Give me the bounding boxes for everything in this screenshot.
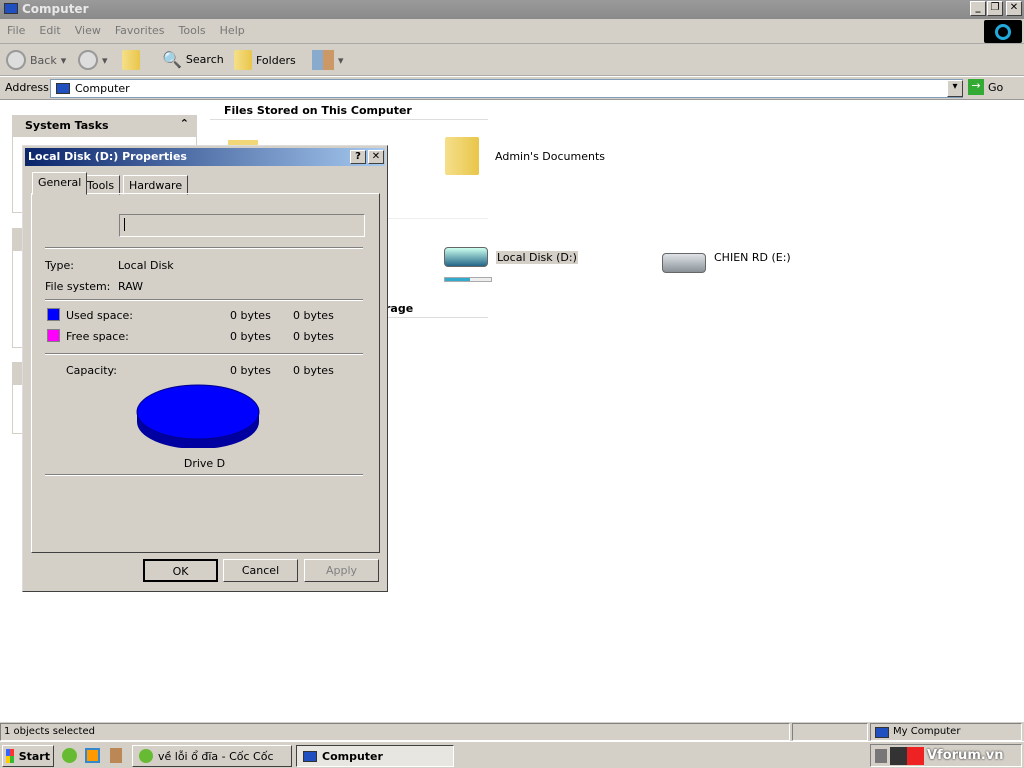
- used-space-swatch: [47, 308, 60, 321]
- window-title-bar[interactable]: Computer _ ❐ ✕: [0, 0, 1024, 19]
- used-space-label: Used space:: [66, 309, 134, 322]
- file-system-value: RAW: [118, 280, 143, 293]
- item-admins-documents[interactable]: Admin's Documents: [445, 137, 605, 175]
- menu-tools[interactable]: Tools: [172, 19, 213, 42]
- search-icon: 🔍: [162, 50, 182, 69]
- go-arrow-icon: →: [968, 79, 984, 95]
- status-bar: 1 objects selected My Computer: [0, 721, 1024, 741]
- brand-watermark: Vforum.vn: [927, 748, 1004, 763]
- collapse-icon[interactable]: ⌃: [180, 117, 189, 130]
- windows-flag-icon: [6, 749, 14, 763]
- taskbar: Start về lỗi ổ đĩa - Cốc Cốc Computer Vf…: [0, 741, 1024, 768]
- disk-usage-pie-chart: [136, 384, 260, 448]
- free-space-bytes: 0 bytes: [230, 330, 271, 343]
- dialog-title-bar[interactable]: Local Disk (D:) Properties ? ✕: [25, 148, 385, 166]
- section-files-heading: Files Stored on This Computer: [210, 104, 488, 120]
- general-tab-panel: Type: Local Disk File system: RAW Used s…: [31, 193, 380, 553]
- up-folder-button[interactable]: [122, 50, 140, 70]
- tab-hardware[interactable]: Hardware: [123, 175, 189, 195]
- cancel-button[interactable]: Cancel: [223, 559, 298, 582]
- apply-button[interactable]: Apply: [304, 559, 379, 582]
- coccoc-icon: [139, 749, 153, 763]
- disk-usage-bar: [444, 277, 492, 282]
- drive-label: Drive D: [183, 457, 226, 470]
- item-chien-rd-e[interactable]: CHIEN RD (E:): [662, 251, 791, 273]
- system-tasks-header[interactable]: System Tasks ⌃: [12, 115, 197, 137]
- hard-drive-icon: [444, 247, 488, 267]
- tab-general[interactable]: General: [32, 172, 88, 195]
- address-dropdown-button[interactable]: ▾: [947, 80, 963, 97]
- address-bar: Address Computer ▾ → Go: [0, 77, 1024, 100]
- capacity-bytes: 0 bytes: [230, 364, 271, 377]
- free-space-label: Free space:: [66, 330, 129, 343]
- status-selection: 1 objects selected: [0, 723, 790, 741]
- menu-file[interactable]: File: [0, 19, 32, 42]
- coccoc-quicklaunch-icon[interactable]: [62, 748, 77, 763]
- computer-icon: [4, 3, 18, 14]
- ok-button[interactable]: OK: [143, 559, 218, 582]
- folder-icon: [445, 137, 479, 175]
- volume-label-input[interactable]: [119, 214, 365, 237]
- network-icon[interactable]: [875, 748, 887, 763]
- folders-button[interactable]: Folders: [234, 50, 296, 70]
- computer-icon: [56, 83, 70, 94]
- used-space-bytes: 0 bytes: [230, 309, 271, 322]
- computer-icon: [875, 727, 889, 738]
- separator: [45, 299, 363, 301]
- free-space-swatch: [47, 329, 60, 342]
- item-local-disk-d[interactable]: Local Disk (D:): [444, 247, 578, 282]
- windows-logo-icon: [984, 20, 1022, 43]
- address-label: Address: [5, 81, 49, 94]
- quicklaunch-icon[interactable]: [110, 748, 122, 763]
- folders-icon: [234, 50, 252, 70]
- window-title: Computer: [22, 2, 89, 16]
- dialog-close-button[interactable]: ✕: [368, 150, 384, 164]
- start-button[interactable]: Start: [2, 745, 54, 767]
- capacity-label: Capacity:: [66, 364, 117, 377]
- views-icon: [312, 50, 334, 70]
- computer-icon: [303, 750, 317, 762]
- separator: [45, 474, 363, 476]
- taskbar-item-computer[interactable]: Computer: [296, 745, 454, 767]
- close-button[interactable]: ✕: [1006, 1, 1022, 16]
- menu-help[interactable]: Help: [213, 19, 252, 42]
- status-zone: My Computer: [870, 723, 1022, 741]
- capacity-size: 0 bytes: [293, 364, 334, 377]
- toolbar: Back ▾ ▾ 🔍 Search Folders ▾: [0, 44, 1024, 76]
- free-space-size: 0 bytes: [293, 330, 334, 343]
- separator: [45, 353, 363, 355]
- section-storage-heading: rage: [385, 302, 488, 318]
- type-label: Type:: [45, 259, 74, 272]
- menu-bar: File Edit View Favorites Tools Help: [0, 19, 1024, 44]
- back-arrow-icon: [6, 50, 26, 70]
- pie-slice-used: [136, 384, 260, 440]
- restore-button[interactable]: ❐: [987, 1, 1003, 16]
- up-folder-icon: [122, 50, 140, 70]
- properties-dialog: Local Disk (D:) Properties ? ✕ General T…: [22, 145, 388, 592]
- go-button[interactable]: → Go: [968, 79, 1003, 95]
- file-system-label: File system:: [45, 280, 111, 293]
- system-tray: Vforum.vn: [870, 744, 1022, 767]
- address-input[interactable]: Computer: [50, 79, 963, 98]
- menu-view[interactable]: View: [68, 19, 108, 42]
- separator: [45, 247, 363, 249]
- menu-favorites[interactable]: Favorites: [108, 19, 172, 42]
- minimize-button[interactable]: _: [970, 1, 986, 16]
- search-button[interactable]: 🔍 Search: [162, 50, 224, 69]
- help-button[interactable]: ?: [350, 150, 366, 164]
- hard-drive-icon: [662, 253, 706, 273]
- forward-arrow-icon: [78, 50, 98, 70]
- status-pane: [792, 723, 868, 741]
- vforum-logo-icon: [890, 746, 924, 765]
- type-value: Local Disk: [118, 259, 174, 272]
- back-button[interactable]: Back ▾: [6, 50, 66, 70]
- views-button[interactable]: ▾: [312, 50, 344, 70]
- taskbar-item-coccoc[interactable]: về lỗi ổ đĩa - Cốc Cốc: [132, 745, 292, 767]
- media-player-quicklaunch-icon[interactable]: [85, 748, 100, 763]
- used-space-size: 0 bytes: [293, 309, 334, 322]
- menu-edit[interactable]: Edit: [32, 19, 67, 42]
- forward-button[interactable]: ▾: [78, 50, 108, 70]
